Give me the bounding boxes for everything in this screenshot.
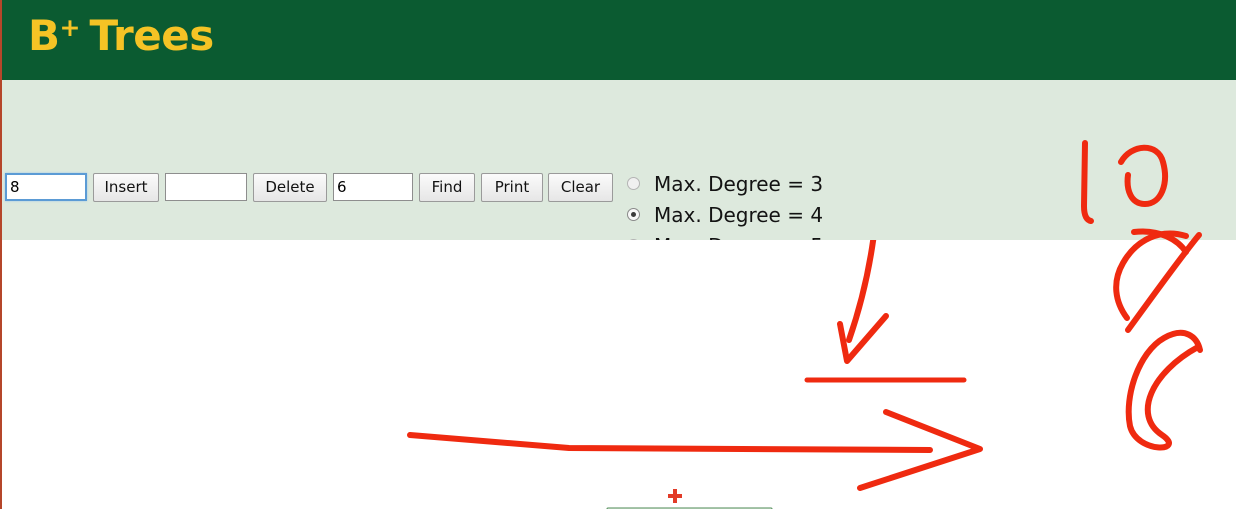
clear-button[interactable]: Clear — [548, 173, 613, 202]
radio-label-degree-4: Max. Degree = 4 — [654, 202, 824, 227]
plus-cursor-icon — [668, 489, 682, 503]
ink-annotations-canvas — [407, 240, 1203, 491]
radio-icon-degree-3[interactable] — [627, 177, 640, 190]
page-left-rule — [0, 0, 2, 509]
page-title: B+ Trees — [28, 11, 214, 60]
insert-button[interactable]: Insert — [93, 173, 159, 202]
print-button[interactable]: Print — [481, 173, 543, 202]
ink-arrow-down-shaft — [846, 240, 877, 343]
radio-label-degree-3: Max. Degree = 3 — [654, 171, 824, 196]
find-button[interactable]: Find — [419, 173, 475, 202]
radio-option-degree-3[interactable]: Max. Degree = 3 — [627, 168, 823, 199]
find-value-input[interactable] — [333, 173, 413, 201]
radio-icon-degree-4[interactable] — [627, 208, 640, 221]
ink-handwritten-digit-8 — [1125, 329, 1203, 451]
insert-value-input[interactable] — [5, 173, 87, 201]
tree-visualization-canvas[interactable]: 0003 0005 0007 0001 0002 0003 0004 0005 … — [2, 240, 1236, 509]
app-header: B+ Trees — [2, 0, 1236, 80]
page-title-rest: Trees — [89, 11, 214, 60]
ink-big-arrow-shaft — [407, 432, 933, 453]
control-bar: Insert Delete Find Print Clear Max. Degr… — [2, 80, 1236, 320]
page-title-base: B — [28, 11, 60, 60]
delete-button[interactable]: Delete — [253, 173, 327, 202]
delete-value-input[interactable] — [165, 173, 247, 201]
radio-option-degree-4[interactable]: Max. Degree = 4 — [627, 199, 823, 230]
page-title-superscript: + — [59, 13, 81, 42]
